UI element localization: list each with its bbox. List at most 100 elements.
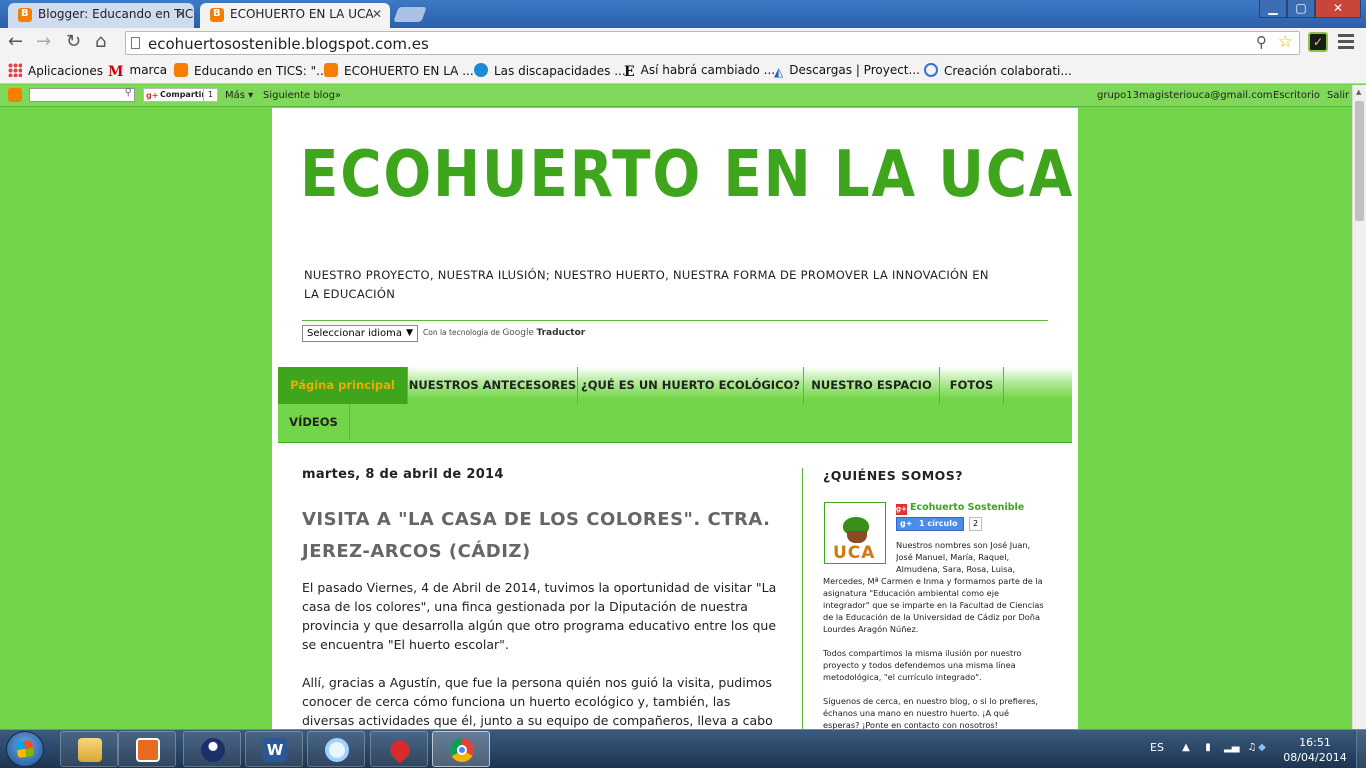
bookmark-label: Creación colaborati... — [944, 64, 1072, 78]
tab-label: Página principal — [290, 378, 395, 392]
gplus-profile-link[interactable]: g+ Ecohuerto Sostenible — [896, 502, 1024, 515]
chrome-icon-center — [457, 745, 467, 755]
bookmark-ecohuerto[interactable]: ECOHUERTO EN LA ... — [324, 63, 474, 78]
bookmark-label: Aplicaciones — [28, 64, 103, 78]
post-title[interactable]: VISITA A "LA CASA DE LOS COLORES". CTRA.… — [302, 504, 772, 568]
google-logo-text: Google — [502, 328, 535, 338]
blog-description: NUESTRO PROYECTO, NUESTRA ILUSIÓN; NUEST… — [304, 268, 989, 301]
taskbar-chrome[interactable] — [432, 731, 490, 767]
new-tab-button[interactable] — [393, 7, 427, 22]
tab-pagina-principal[interactable]: Página principal — [278, 367, 408, 404]
profile-image[interactable]: UCA — [824, 502, 886, 564]
tab-label: VÍDEOS — [289, 415, 338, 429]
tab-title: ECOHUERTO EN LA UCA — [230, 7, 374, 21]
chrome-menu-icon[interactable] — [1338, 34, 1354, 52]
taskbar-pin[interactable] — [370, 731, 428, 767]
close-tab-icon[interactable]: ✕ — [372, 7, 382, 21]
url-text[interactable]: ecohuertosostenible.blogspot.com.es — [148, 35, 429, 53]
address-bar[interactable]: ecohuertosostenible.blogspot.com.es ⚲ ☆ — [125, 31, 1300, 55]
taskbar-media[interactable] — [118, 731, 176, 767]
powered-by-text: Con la tecnología de — [423, 328, 500, 337]
close-tab-icon[interactable]: ✕ — [176, 7, 186, 21]
share-label: Compartir — [160, 90, 206, 99]
search-icon[interactable]: ⚲ — [125, 87, 132, 98]
bookmark-aplicaciones[interactable]: Aplicaciones — [8, 63, 103, 78]
bookmark-educando[interactable]: Educando en TICS: "... — [174, 63, 328, 78]
gplus-share-button[interactable]: g+ Compartir — [143, 88, 210, 102]
signout-link[interactable]: Salir — [1327, 90, 1349, 101]
blog-title[interactable]: ECOHUERTO EN LA UCA — [300, 138, 1074, 212]
more-menu[interactable]: Más ▾ — [225, 90, 253, 101]
translator-link[interactable]: Traductor — [536, 328, 585, 338]
tab-nuestro-espacio[interactable]: NUESTRO ESPACIO — [804, 367, 940, 404]
minimize-button[interactable]: ▁ — [1259, 0, 1287, 18]
show-desktop-button[interactable] — [1356, 730, 1366, 768]
bookmark-descargas[interactable]: ◭ Descargas | Proyect... — [774, 63, 920, 79]
gplus-circle-label: 1 círculo — [919, 519, 958, 528]
tab-videos[interactable]: VÍDEOS — [278, 404, 350, 441]
tab-fotos[interactable]: FOTOS — [940, 367, 1004, 404]
tab-label: ¿QUÉ ES UN HUERTO ECOLÓGICO? — [581, 378, 800, 392]
home-icon[interactable]: ⌂ — [95, 32, 106, 52]
arrow-icon: ◭ — [774, 65, 784, 79]
bookmark-star-icon[interactable]: ☆ — [1278, 32, 1293, 52]
bookmark-asi-habra[interactable]: E Así habrá cambiado ... — [624, 63, 775, 80]
gplus-follow-button[interactable]: g+ 1 círculo — [896, 517, 964, 531]
maximize-button[interactable]: ▢ — [1287, 0, 1315, 18]
browser-tab-blogger[interactable]: Blogger: Educando en TIC ✕ — [8, 3, 194, 28]
language-indicator[interactable]: ES — [1150, 741, 1164, 754]
share-count: 1 — [203, 88, 219, 102]
post-date: martes, 8 de abril de 2014 — [302, 467, 504, 482]
tab-title: Blogger: Educando en TIC — [38, 7, 194, 21]
start-button[interactable] — [6, 731, 44, 767]
taskbar-user[interactable] — [183, 731, 241, 767]
bookmark-creacion[interactable]: Creación colaborati... — [924, 63, 1072, 78]
taskbar-word[interactable]: W — [245, 731, 303, 767]
tab-que-es-huerto[interactable]: ¿QUÉ ES UN HUERTO ECOLÓGICO? — [578, 367, 804, 404]
taskbar-explorer[interactable] — [60, 731, 118, 767]
gplus-icon: g+ — [146, 91, 159, 100]
zoom-icon[interactable]: ⚲ — [1256, 33, 1267, 51]
gplus-icon: g+ — [896, 504, 907, 515]
header-divider — [302, 320, 1048, 321]
dropbox-icon[interactable]: ◆ — [1256, 742, 1268, 754]
word-icon: W — [263, 738, 287, 762]
page-scrollbar[interactable]: ▲ — [1352, 85, 1366, 729]
elpais-icon: E — [624, 64, 635, 80]
dashboard-link[interactable]: Escritorio — [1273, 90, 1320, 101]
bookmark-label: marca — [129, 63, 168, 77]
about-paragraph: Todos compartimos la misma ilusión por n… — [823, 648, 1022, 682]
language-select[interactable]: Seleccionar idioma ▼ — [302, 325, 418, 342]
battery-icon[interactable]: ▮ — [1202, 742, 1214, 754]
forward-arrow-icon[interactable]: → — [36, 32, 51, 52]
extension-check-icon[interactable]: ✓ — [1308, 32, 1328, 52]
show-hidden-icons-icon[interactable]: ▲ — [1180, 742, 1192, 754]
scrollbar-thumb[interactable] — [1355, 101, 1364, 221]
clock-time[interactable]: 16:51 — [1280, 736, 1350, 749]
blog-page: ECOHUERTO EN LA UCA NUESTRO PROYECTO, NU… — [272, 108, 1078, 729]
media-player-icon — [136, 738, 160, 762]
clock-date[interactable]: 08/04/2014 — [1280, 751, 1350, 764]
dropdown-caret-icon: ▼ — [406, 328, 413, 338]
blog-search-input[interactable]: ⚲ — [29, 87, 135, 102]
bookmark-marca[interactable]: Mmarca — [108, 63, 168, 80]
site-icon — [474, 63, 488, 77]
bookmark-discapacidades[interactable]: Las discapacidades ... — [474, 63, 626, 78]
reload-icon[interactable]: ↻ — [66, 32, 81, 52]
scroll-up-icon[interactable]: ▲ — [1356, 88, 1361, 96]
bookmarks-bar: Aplicaciones Mmarca Educando en TICS: ".… — [0, 58, 1366, 84]
close-window-button[interactable]: ✕ — [1315, 0, 1361, 18]
blogger-icon — [18, 8, 32, 22]
bookmark-label: Descargas | Proyect... — [789, 63, 920, 77]
taskbar-search[interactable] — [307, 731, 365, 767]
back-arrow-icon[interactable]: ← — [8, 32, 23, 52]
blogger-icon[interactable] — [8, 88, 22, 102]
next-blog-link[interactable]: Siguiente blog» — [263, 90, 341, 101]
gplus-name: Ecohuerto Sostenible — [910, 502, 1025, 513]
blog-nav-tabs: Página principal NUESTROS ANTECESORES ¿Q… — [278, 367, 1072, 443]
tab-nuestros-antecesores[interactable]: NUESTROS ANTECESORES — [408, 367, 578, 404]
network-signal-icon[interactable]: ▂▄ — [1224, 742, 1239, 754]
gplus-follower-count: 2 — [969, 517, 983, 531]
about-paragraph: Nuestros nombres son José Juan, José Man… — [896, 540, 1031, 574]
browser-tab-ecohuerto[interactable]: ECOHUERTO EN LA UCA ✕ — [200, 3, 390, 28]
